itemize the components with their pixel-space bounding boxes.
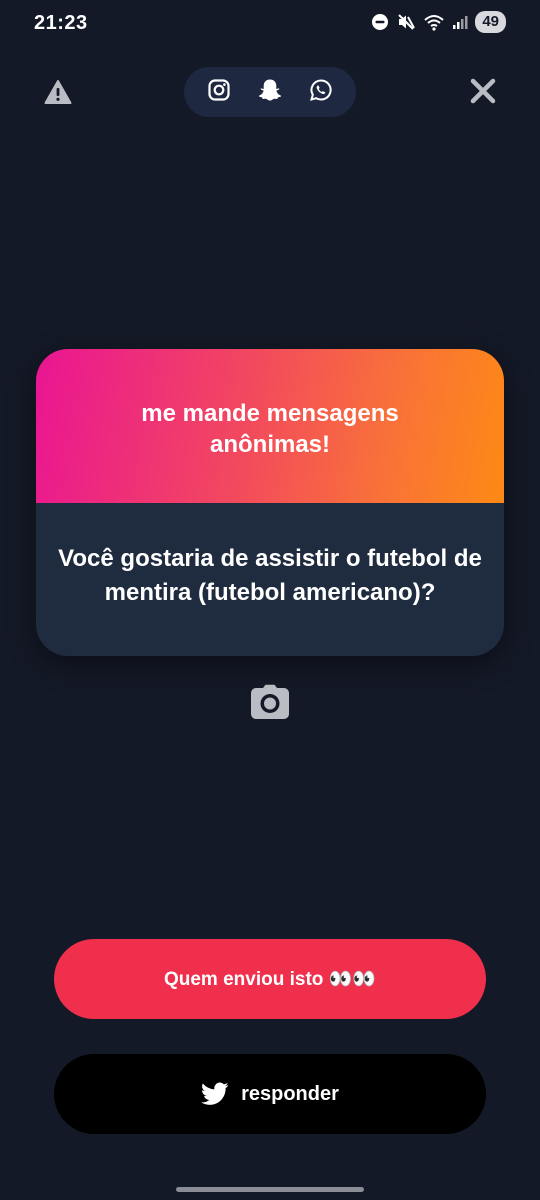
close-button[interactable] [466, 76, 500, 110]
card-header: me mande mensagens anônimas! [36, 349, 504, 503]
share-pill [184, 67, 356, 117]
twitter-icon [201, 1082, 229, 1106]
question-card: me mande mensagens anônimas! Você gostar… [36, 349, 504, 656]
share-instagram-button[interactable] [201, 74, 237, 110]
share-whatsapp-button[interactable] [303, 74, 339, 110]
card-body: Você gostaria de assistir o futebol de m… [36, 503, 504, 656]
do-not-disturb-icon [371, 13, 389, 31]
who-sent-button[interactable]: Quem enviou isto 👀👀 [54, 939, 486, 1019]
status-bar: 21:23 49 [0, 0, 540, 48]
status-time: 21:23 [34, 12, 88, 34]
whatsapp-icon [309, 78, 333, 107]
warning-icon [44, 79, 72, 110]
camera-icon [250, 684, 290, 725]
instagram-icon [207, 78, 231, 107]
share-snapchat-button[interactable] [252, 74, 288, 110]
screen: 21:23 49 me mande mensagens anônimas! Vo… [0, 0, 540, 1200]
reply-button[interactable]: responder [54, 1054, 486, 1134]
signal-icon [452, 14, 468, 30]
snapchat-icon [257, 77, 283, 108]
home-indicator[interactable] [176, 1187, 364, 1192]
reply-label: responder [241, 1082, 339, 1105]
status-icons: 49 [371, 11, 506, 33]
report-button[interactable] [42, 78, 74, 110]
mute-icon [396, 12, 416, 32]
wifi-icon [423, 13, 445, 31]
battery-indicator: 49 [475, 11, 506, 33]
card-question: Você gostaria de assistir o futebol de m… [58, 544, 482, 606]
screenshot-button[interactable] [250, 684, 290, 724]
close-icon [469, 77, 497, 110]
card-title: me mande mensagens anônimas! [141, 400, 399, 458]
